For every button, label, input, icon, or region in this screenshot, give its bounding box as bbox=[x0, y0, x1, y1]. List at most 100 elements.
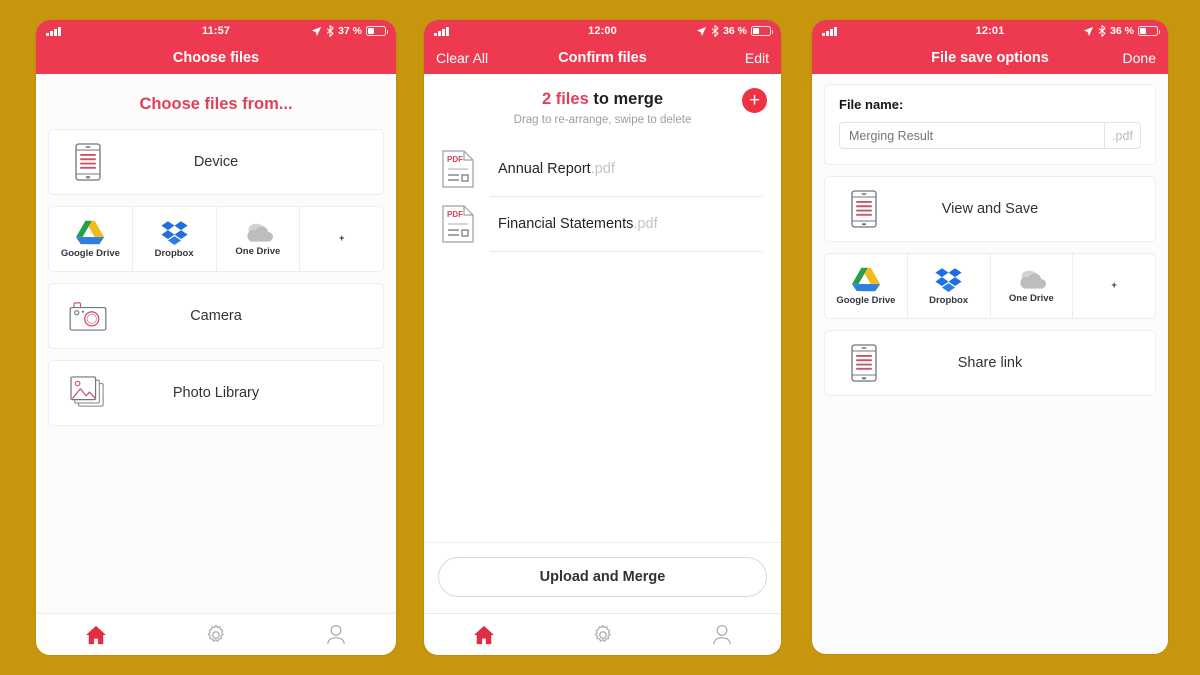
pdf-file-icon: PDF bbox=[442, 205, 474, 243]
page-title: File save options bbox=[931, 50, 1049, 66]
screen-body: File name: .pdf bbox=[812, 74, 1168, 654]
dropbox-icon bbox=[161, 220, 188, 245]
source-option-photo-library[interactable]: Photo Library bbox=[48, 360, 384, 426]
status-bar: 12:00 36 % bbox=[424, 20, 781, 42]
person-icon bbox=[712, 624, 731, 644]
merge-title-rest: to merge bbox=[588, 90, 664, 108]
svg-text:PDF: PDF bbox=[447, 155, 463, 164]
cloud-targets-row: Google Drive Dropbox One Drive + bbox=[824, 253, 1156, 319]
screen-body: Choose files from... Device Google Drive… bbox=[36, 74, 396, 613]
save-option-label: Share link bbox=[957, 355, 1023, 371]
cloud-source-google-drive[interactable]: Google Drive bbox=[49, 207, 133, 271]
file-name-label: File name: bbox=[839, 97, 904, 112]
battery-icon bbox=[366, 26, 388, 36]
file-extension-suffix: .pdf bbox=[1104, 123, 1140, 148]
merge-subtitle: Drag to re-arrange, swipe to delete bbox=[513, 114, 692, 126]
source-option-device[interactable]: Device bbox=[48, 129, 384, 195]
google-drive-icon bbox=[851, 267, 880, 291]
nav-bar: File save options Done bbox=[812, 42, 1168, 74]
svg-text:PDF: PDF bbox=[447, 210, 463, 219]
cloud-target-label: Dropbox bbox=[929, 294, 969, 306]
file-name: Annual Report.pdf bbox=[498, 161, 615, 177]
tab-profile[interactable] bbox=[276, 624, 396, 646]
bluetooth-icon bbox=[326, 25, 334, 37]
file-extension: .pdf bbox=[590, 161, 615, 177]
clear-all-button[interactable]: Clear All bbox=[436, 50, 488, 66]
done-button[interactable]: Done bbox=[1123, 50, 1156, 66]
merge-header: 2 files to merge Drag to re-arrange, swi… bbox=[424, 74, 781, 130]
tab-bar bbox=[424, 613, 781, 655]
google-drive-icon bbox=[76, 220, 105, 244]
bluetooth-icon bbox=[711, 25, 719, 37]
cloud-target-label: Google Drive bbox=[836, 294, 896, 306]
phone-screen-choose-files: 11:57 37 % Choose files Choose files fro… bbox=[36, 20, 396, 655]
device-phone-icon bbox=[825, 190, 903, 228]
source-option-label: Camera bbox=[190, 308, 242, 324]
save-option-share-link[interactable]: Share link bbox=[824, 330, 1156, 396]
cloud-target-google-drive[interactable]: Google Drive bbox=[825, 254, 908, 318]
battery-icon bbox=[751, 26, 773, 36]
battery-icon bbox=[1138, 26, 1160, 36]
footer: Upload and Merge bbox=[424, 543, 781, 613]
list-item[interactable]: PDF Annual Report.pdf bbox=[424, 142, 781, 196]
cloud-source-label: One Drive bbox=[235, 246, 281, 257]
save-option-label: View and Save bbox=[941, 201, 1039, 217]
tab-settings[interactable] bbox=[543, 624, 662, 646]
one-drive-icon bbox=[247, 223, 273, 242]
tab-bar bbox=[36, 613, 396, 655]
gear-icon bbox=[594, 624, 611, 642]
cloud-source-add[interactable]: + bbox=[300, 207, 383, 271]
battery-percent: 36 % bbox=[1110, 25, 1134, 37]
nav-bar: Clear All Confirm files Edit bbox=[424, 42, 781, 74]
cloud-source-dropbox[interactable]: Dropbox bbox=[133, 207, 217, 271]
tab-home[interactable] bbox=[424, 625, 543, 645]
camera-icon bbox=[49, 301, 127, 331]
edit-button[interactable]: Edit bbox=[745, 50, 769, 66]
merge-title: 2 files to merge bbox=[424, 90, 781, 109]
location-arrow-icon bbox=[696, 26, 707, 36]
file-extension: .pdf bbox=[633, 216, 658, 232]
cloud-source-label: Dropbox bbox=[154, 247, 194, 259]
save-option-view-and-save[interactable]: View and Save bbox=[824, 176, 1156, 242]
status-bar: 11:57 37 % bbox=[36, 20, 396, 42]
location-arrow-icon bbox=[311, 26, 322, 36]
cloud-sources-row: Google Drive Dropbox One Drive + bbox=[48, 206, 384, 272]
bluetooth-icon bbox=[1098, 25, 1106, 37]
upload-and-merge-button[interactable]: Upload and Merge bbox=[438, 557, 767, 597]
source-option-camera[interactable]: Camera bbox=[48, 283, 384, 349]
file-base-name: Financial Statements bbox=[498, 216, 634, 232]
nav-bar: Choose files bbox=[36, 42, 396, 74]
home-icon bbox=[473, 625, 494, 644]
list-item[interactable]: PDF Financial Statements.pdf bbox=[424, 197, 781, 251]
tab-profile[interactable] bbox=[662, 624, 781, 646]
dropbox-icon bbox=[935, 267, 962, 292]
screenshot-stage: 11:57 37 % Choose files Choose files fro… bbox=[0, 0, 1200, 675]
file-name-card: File name: .pdf bbox=[824, 84, 1156, 165]
file-name-input-wrapper[interactable]: .pdf bbox=[839, 122, 1141, 149]
file-name: Financial Statements.pdf bbox=[498, 216, 658, 232]
pdf-file-icon: PDF bbox=[442, 150, 474, 188]
status-bar: 12:01 36 % bbox=[812, 20, 1168, 42]
cloud-target-dropbox[interactable]: Dropbox bbox=[908, 254, 991, 318]
tab-home[interactable] bbox=[36, 625, 156, 645]
tab-settings[interactable] bbox=[156, 624, 276, 646]
plus-icon: + bbox=[338, 233, 345, 245]
home-icon bbox=[86, 625, 106, 644]
cloud-target-one-drive[interactable]: One Drive bbox=[991, 254, 1074, 318]
plus-icon: + bbox=[1111, 280, 1117, 292]
cloud-target-label: One Drive bbox=[1008, 293, 1054, 304]
device-phone-icon bbox=[825, 344, 903, 382]
add-file-button[interactable]: + bbox=[742, 88, 767, 113]
source-option-label: Device bbox=[193, 154, 239, 170]
section-heading: Choose files from... bbox=[139, 95, 293, 113]
source-option-label: Photo Library bbox=[172, 385, 260, 401]
person-icon bbox=[327, 624, 345, 644]
cloud-target-add[interactable]: + bbox=[1073, 254, 1155, 318]
page-title: Choose files bbox=[172, 50, 260, 66]
file-name-input[interactable] bbox=[840, 123, 1104, 148]
photo-library-icon bbox=[49, 376, 127, 410]
device-phone-icon bbox=[49, 143, 127, 181]
battery-percent: 37 % bbox=[338, 25, 362, 37]
cloud-source-one-drive[interactable]: One Drive bbox=[217, 207, 301, 271]
